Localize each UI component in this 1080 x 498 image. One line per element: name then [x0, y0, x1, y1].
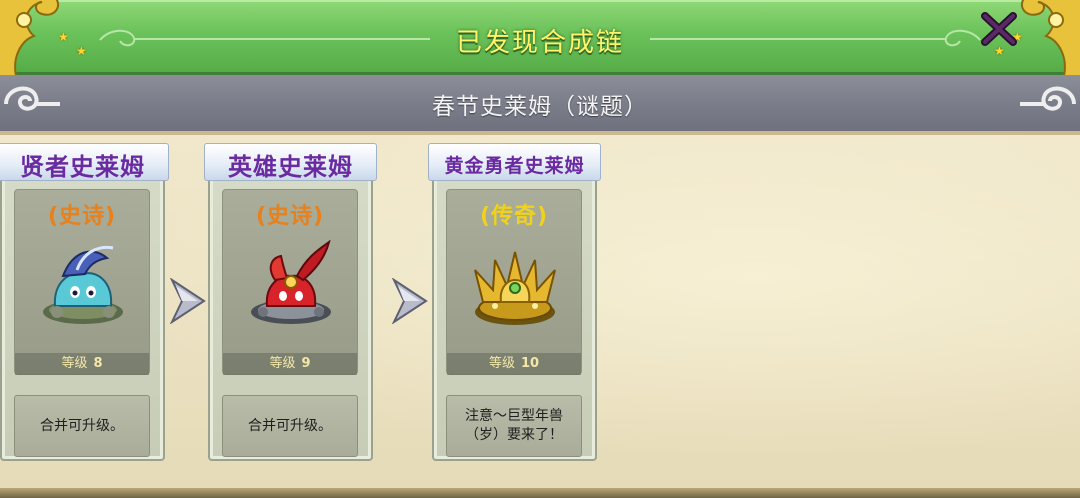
chevron-right-icon: [391, 278, 428, 324]
rarity-label: (史诗): [255, 204, 325, 229]
chevron-right-icon: [169, 278, 206, 324]
hero-slime-sprite: [251, 240, 331, 324]
card-description: 合并可升级。: [14, 395, 150, 457]
card-description: 合并可升级。: [222, 395, 358, 457]
level-indicator: 等级 8: [15, 353, 149, 375]
portrait-panel: (史诗) 等级 8: [14, 189, 150, 375]
card-title: 贤者史莱姆: [20, 153, 145, 181]
bottom-border: [0, 488, 1080, 498]
gold-corner-ornament-right: [1020, 0, 1080, 80]
level-indicator: 等级 9: [223, 353, 357, 375]
level-indicator: 等级 10: [447, 353, 581, 375]
level-value: 10: [520, 356, 540, 371]
card-banner: 黄金勇者史莱姆: [428, 143, 601, 181]
card-banner: 贤者史莱姆: [0, 143, 169, 181]
title-bar: ★ ★ ★ ★ 已发现合成链: [0, 0, 1080, 75]
level-label: 等级: [488, 356, 515, 371]
merge-card-2[interactable]: 英雄史莱姆 (史诗) 等级 9 合并可升级。: [204, 143, 377, 463]
rarity-label: (传奇): [479, 204, 549, 229]
card-description: 注意～巨型年兽（岁）要来了！: [446, 395, 582, 457]
chain-name: 春节史莱姆（谜题）: [432, 94, 648, 120]
subtitle-bar: 春节史莱姆（谜题）: [0, 75, 1080, 135]
portrait-panel: (史诗) 等级 9: [222, 189, 358, 375]
golden-brave-slime-sprite: [474, 251, 556, 325]
card-banner: 英雄史莱姆: [204, 143, 377, 181]
rarity-label: (史诗): [47, 204, 117, 229]
merge-card-3[interactable]: 黄金勇者史莱姆 (传奇) 等级 10 注意～巨型年兽（岁）要来了！: [428, 143, 601, 463]
sage-slime-sprite: [43, 245, 123, 324]
level-value: 9: [301, 356, 311, 371]
gold-corner-ornament-left: [0, 0, 60, 80]
card-title: 黄金勇者史莱姆: [444, 155, 585, 177]
level-label: 等级: [269, 356, 296, 371]
silver-swirl-ornament-right: [1020, 86, 1076, 111]
window-title: 已发现合成链: [455, 28, 624, 58]
level-value: 8: [93, 356, 103, 371]
card-title: 英雄史莱姆: [228, 153, 353, 181]
merge-card-1[interactable]: 贤者史莱姆 (史诗) 等级 8 合并可升级。: [0, 143, 169, 463]
level-label: 等级: [61, 356, 88, 371]
portrait-panel: (传奇) 等级 10: [446, 189, 582, 375]
